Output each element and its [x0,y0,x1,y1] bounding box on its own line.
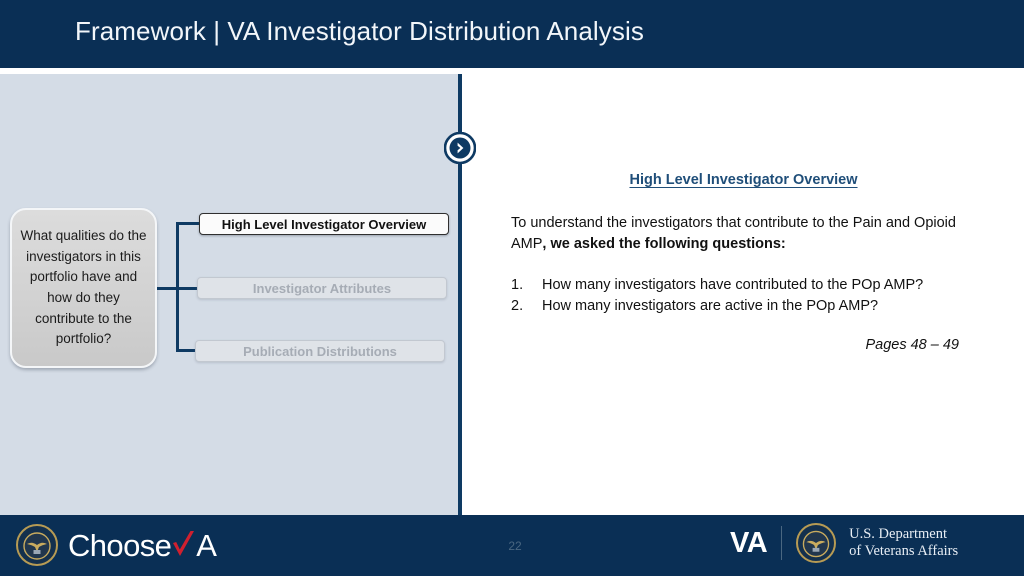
list-item: 1. How many investigators have contribut… [511,275,981,296]
page-number: 22 [508,539,522,553]
va-department-logo: VA U.S. Department of Veterans Affairs [730,523,958,563]
question-box: What qualities do the investigators in t… [10,208,157,368]
node-label: High Level Investigator Overview [221,216,427,232]
department-line-1: U.S. Department [849,526,947,542]
node-publication-distributions[interactable]: Publication Distributions [195,340,445,362]
logo-divider [781,526,783,560]
node-high-level-investigator-overview[interactable]: High Level Investigator Overview [199,213,449,235]
pages-reference-note: Pages 48 – 49 [865,337,959,353]
list-item-number: 1. [511,277,524,293]
va-seal-icon [796,523,837,563]
list-item: 2. How many investigators are active in … [511,296,981,317]
question-box-text: What qualities do the investigators in t… [20,228,147,347]
list-item-number: 2. [511,298,524,314]
choose-va-logo: Choose A [16,524,217,566]
content-paragraph: To understand the investigators that con… [511,213,963,255]
list-item-text: How many investigators are active in the… [542,298,879,314]
node-investigator-attributes[interactable]: Investigator Attributes [197,277,447,299]
connector-branch-1 [176,222,200,225]
chevron-right-circle-icon[interactable] [443,131,477,165]
list-item-text: How many investigators have contributed … [542,277,924,293]
choose-va-wordmark: Choose A [68,526,217,564]
slide: Framework | VA Investigator Distribution… [0,0,1024,576]
red-check-v-icon [171,526,196,556]
content-heading: High Level Investigator Overview [629,172,858,188]
node-label: Publication Distributions [243,343,397,359]
va-wordmark: VA [730,526,768,559]
choose-word-text: Choose [68,528,172,563]
questions-list: 1. How many investigators have contribut… [511,275,981,317]
page-title: Framework | VA Investigator Distribution… [75,16,644,46]
department-line-2: of Veterans Affairs [849,543,959,559]
va-department-text: U.S. Department of Veterans Affairs [849,526,958,560]
choose-word-a: A [196,528,217,563]
va-seal-icon [16,524,58,566]
paragraph-bold-text: , we asked the following questions: [542,236,786,252]
node-label: Investigator Attributes [252,280,392,296]
